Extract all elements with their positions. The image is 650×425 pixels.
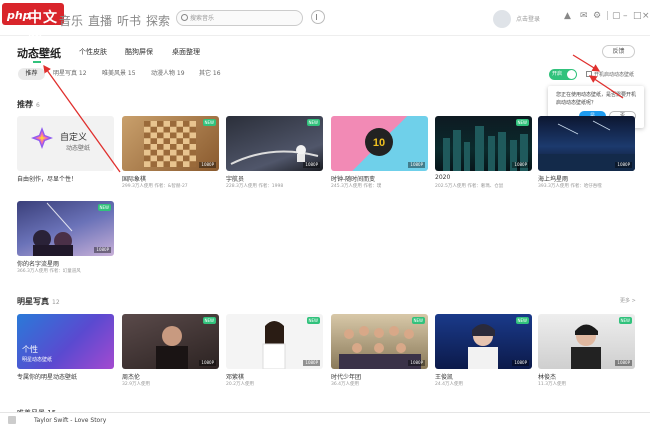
arrow-to-page-title	[43, 64, 121, 173]
arrow-to-toggle	[572, 54, 601, 72]
arrow-to-checkbox	[588, 75, 624, 99]
annotation-arrows	[43, 54, 624, 173]
